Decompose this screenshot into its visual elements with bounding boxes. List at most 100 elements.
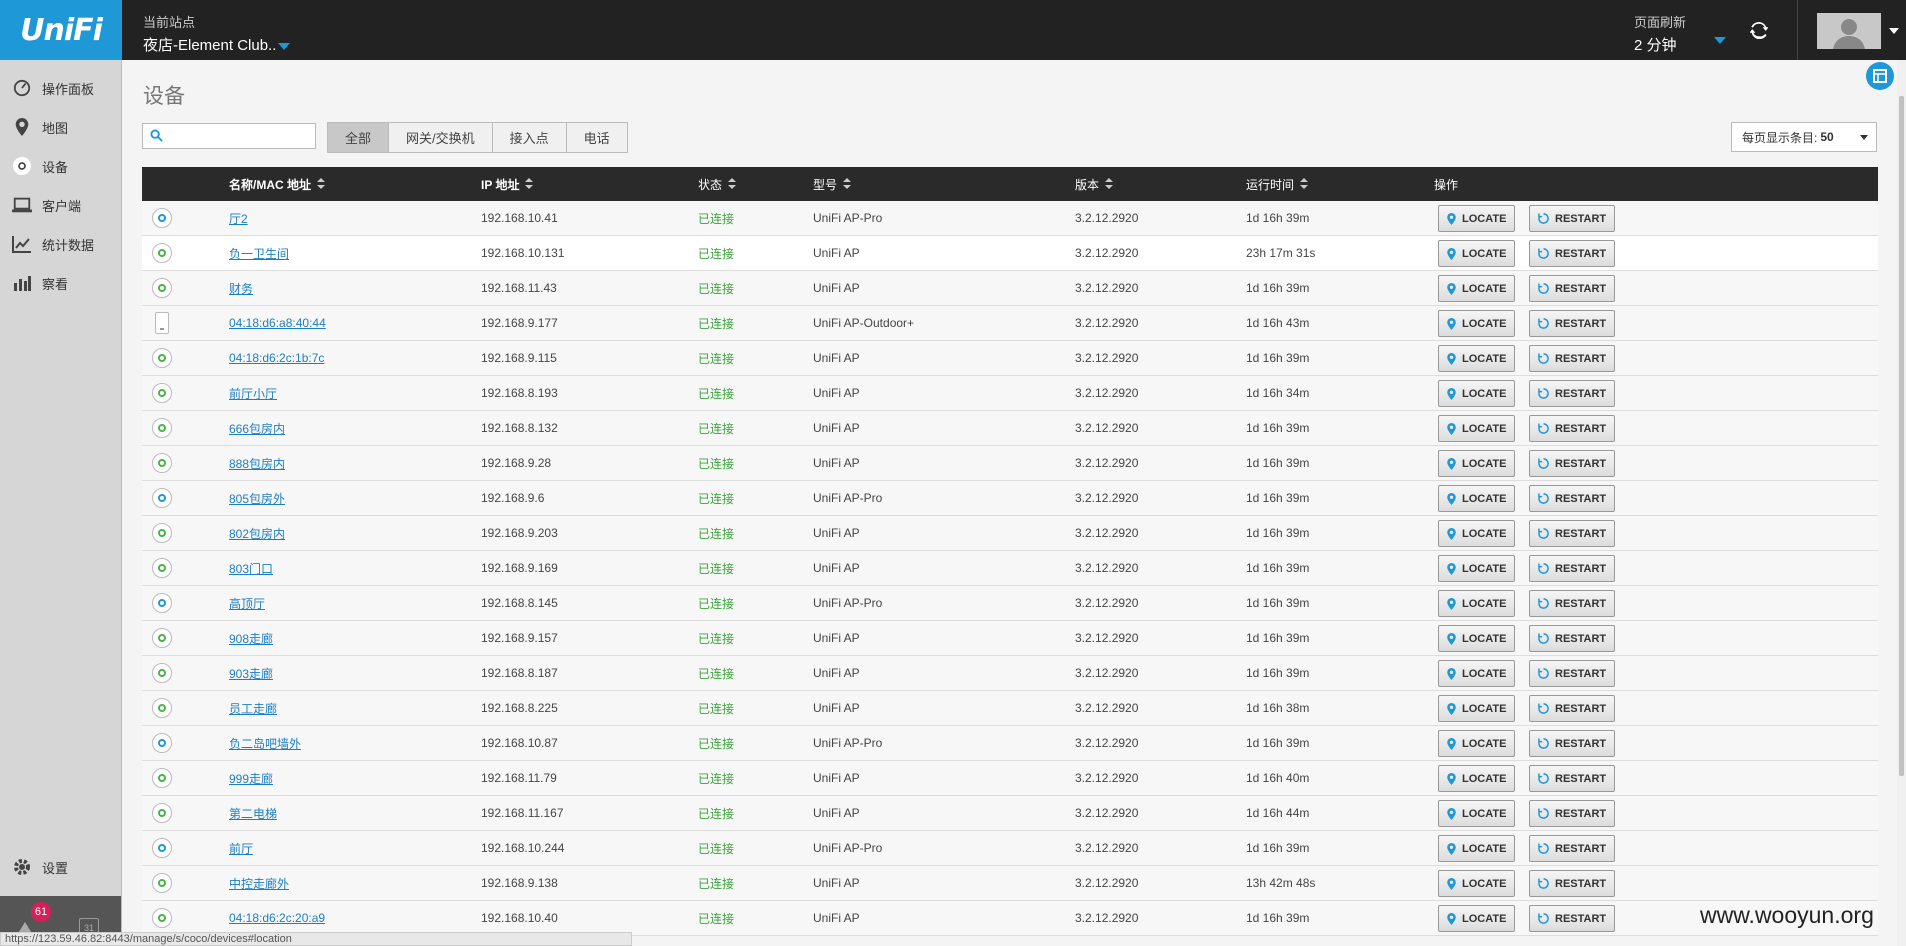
device-name-link[interactable]: 803门口 — [229, 560, 273, 577]
table-row[interactable]: 999走廊 192.168.11.79 已连接 UniFi AP 3.2.12.2920… — [142, 761, 1878, 796]
locate-button[interactable]: LOCATE — [1438, 415, 1516, 442]
device-name-link[interactable]: 厅2 — [229, 210, 248, 227]
sidebar-item-map[interactable]: 地图 — [0, 110, 121, 144]
restart-button[interactable]: RESTART — [1529, 520, 1616, 547]
locate-button[interactable]: LOCATE — [1438, 275, 1516, 302]
panel-toggle-icon[interactable] — [1866, 62, 1894, 90]
sidebar-item-statistics[interactable]: 统计数据 — [0, 227, 121, 261]
alert-count-badge[interactable]: 61 — [31, 902, 51, 922]
restart-button[interactable]: RESTART — [1529, 415, 1616, 442]
locate-button[interactable]: LOCATE — [1438, 380, 1516, 407]
scrollbar-thumb[interactable] — [1899, 96, 1904, 776]
locate-button[interactable]: LOCATE — [1438, 590, 1516, 617]
restart-button[interactable]: RESTART — [1529, 765, 1616, 792]
table-row[interactable]: 高顶厅 192.168.8.145 已连接 UniFi AP-Pro 3.2.12.29… — [142, 586, 1878, 621]
locate-button[interactable]: LOCATE — [1438, 345, 1516, 372]
restart-button[interactable]: RESTART — [1529, 240, 1616, 267]
device-name-link[interactable]: 高顶厅 — [229, 595, 265, 612]
sidebar-item-clients[interactable]: 客户端 — [0, 188, 121, 222]
table-row[interactable]: 厅2 192.168.10.41 已连接 UniFi AP-Pro 3.2.12.292… — [142, 201, 1878, 236]
restart-button[interactable]: RESTART — [1529, 310, 1616, 337]
table-row[interactable]: 666包房内 192.168.8.132 已连接 UniFi AP 3.2.12.292… — [142, 411, 1878, 446]
column-header-version[interactable]: 版本 — [1075, 167, 1114, 201]
restart-button[interactable]: RESTART — [1529, 450, 1616, 477]
refresh-icon[interactable] — [1745, 16, 1773, 44]
restart-button[interactable]: RESTART — [1529, 485, 1616, 512]
locate-button[interactable]: LOCATE — [1438, 520, 1516, 547]
device-name-link[interactable]: 666包房内 — [229, 420, 285, 437]
locate-button[interactable]: LOCATE — [1438, 765, 1516, 792]
table-row[interactable]: 805包房外 192.168.9.6 已连接 UniFi AP-Pro 3.2.12.2… — [142, 481, 1878, 516]
site-selector[interactable]: 当前站点 夜店-Element Club.. — [143, 12, 291, 55]
restart-button[interactable]: RESTART — [1529, 730, 1616, 757]
device-name-link[interactable]: 财务 — [229, 280, 253, 297]
column-header-uptime[interactable]: 运行时间 — [1246, 167, 1309, 201]
table-row[interactable]: 财务 192.168.11.43 已连接 UniFi AP 3.2.12.2920 1d … — [142, 271, 1878, 306]
locate-button[interactable]: LOCATE — [1438, 555, 1516, 582]
device-name-link[interactable]: 负一卫生间 — [229, 245, 289, 262]
site-dropdown[interactable]: 夜店-Element Club.. — [143, 34, 291, 55]
sidebar-item-dashboard[interactable]: 操作面板 — [0, 71, 121, 105]
device-name-link[interactable]: 805包房外 — [229, 490, 285, 507]
device-name-link[interactable]: 802包房内 — [229, 525, 285, 542]
locate-button[interactable]: LOCATE — [1438, 485, 1516, 512]
table-row[interactable]: 前厅小厅 192.168.8.193 已连接 UniFi AP 3.2.12.2920 1… — [142, 376, 1878, 411]
device-name-link[interactable]: 04:18:d6:a8:40:44 — [229, 316, 326, 330]
restart-button[interactable]: RESTART — [1529, 905, 1616, 932]
restart-button[interactable]: RESTART — [1529, 800, 1616, 827]
refresh-selector[interactable]: 页面刷新 2 分钟 — [1634, 12, 1686, 55]
restart-button[interactable]: RESTART — [1529, 695, 1616, 722]
per-page-select[interactable]: 每页显示条目: 50 — [1731, 122, 1877, 152]
locate-button[interactable]: LOCATE — [1438, 205, 1516, 232]
sidebar-item-insights[interactable]: 察看 — [0, 266, 121, 300]
table-row[interactable]: 前厅 192.168.10.244 已连接 UniFi AP-Pro 3.2.12.29… — [142, 831, 1878, 866]
device-name-link[interactable]: 903走廊 — [229, 665, 273, 682]
search-input[interactable] — [142, 123, 316, 149]
unifi-logo[interactable]: UniFi — [0, 0, 122, 60]
table-row[interactable]: 802包房内 192.168.9.203 已连接 UniFi AP 3.2.12.292… — [142, 516, 1878, 551]
table-row[interactable]: 04:18:d6:2c:1b:7c 192.168.9.115 已连接 UniFi A… — [142, 341, 1878, 376]
restart-button[interactable]: RESTART — [1529, 870, 1616, 897]
table-row[interactable]: 803门口 192.168.9.169 已连接 UniFi AP 3.2.12.2920… — [142, 551, 1878, 586]
table-row[interactable]: 负一卫生间 192.168.10.131 已连接 UniFi AP 3.2.12.292… — [142, 236, 1878, 271]
restart-button[interactable]: RESTART — [1529, 660, 1616, 687]
device-name-link[interactable]: 第二电梯 — [229, 805, 277, 822]
device-name-link[interactable]: 中控走廊外 — [229, 875, 289, 892]
device-name-link[interactable]: 908走廊 — [229, 630, 273, 647]
locate-button[interactable]: LOCATE — [1438, 310, 1516, 337]
table-row[interactable]: 员工走廊 192.168.8.225 已连接 UniFi AP 3.2.12.2920 1… — [142, 691, 1878, 726]
device-name-link[interactable]: 负二岛吧墙外 — [229, 735, 301, 752]
restart-button[interactable]: RESTART — [1529, 555, 1616, 582]
locate-button[interactable]: LOCATE — [1438, 625, 1516, 652]
device-name-link[interactable]: 员工走廊 — [229, 700, 277, 717]
filter-gateways-switches[interactable]: 网关/交换机 — [389, 122, 493, 153]
filter-all[interactable]: 全部 — [327, 122, 390, 153]
restart-button[interactable]: RESTART — [1529, 380, 1616, 407]
table-row[interactable]: 908走廊 192.168.9.157 已连接 UniFi AP 3.2.12.2920… — [142, 621, 1878, 656]
restart-button[interactable]: RESTART — [1529, 590, 1616, 617]
locate-button[interactable]: LOCATE — [1438, 660, 1516, 687]
table-row[interactable]: 04:18:d6:2c:20:a9 192.168.10.40 已连接 UniFi A… — [142, 901, 1878, 936]
filter-access-points[interactable]: 接入点 — [492, 122, 567, 153]
device-name-link[interactable]: 前厅小厅 — [229, 385, 277, 402]
table-row[interactable]: 中控走廊外 192.168.9.138 已连接 UniFi AP 3.2.12.2920… — [142, 866, 1878, 901]
restart-button[interactable]: RESTART — [1529, 625, 1616, 652]
device-name-link[interactable]: 前厅 — [229, 840, 253, 857]
locate-button[interactable]: LOCATE — [1438, 870, 1516, 897]
locate-button[interactable]: LOCATE — [1438, 800, 1516, 827]
locate-button[interactable]: LOCATE — [1438, 695, 1516, 722]
chevron-down-icon[interactable] — [1714, 37, 1726, 44]
table-row[interactable]: 903走廊 192.168.8.187 已连接 UniFi AP 3.2.12.2920… — [142, 656, 1878, 691]
restart-button[interactable]: RESTART — [1529, 275, 1616, 302]
device-name-link[interactable]: 04:18:d6:2c:1b:7c — [229, 351, 324, 365]
column-header-model[interactable]: 型号 — [813, 167, 852, 201]
column-header-status[interactable]: 状态 — [698, 167, 737, 201]
table-row[interactable]: 888包房内 192.168.9.28 已连接 UniFi AP 3.2.12.2920… — [142, 446, 1878, 481]
device-name-link[interactable]: 888包房内 — [229, 455, 285, 472]
locate-button[interactable]: LOCATE — [1438, 240, 1516, 267]
restart-button[interactable]: RESTART — [1529, 205, 1616, 232]
sidebar-item-devices[interactable]: 设备 — [0, 149, 121, 183]
avatar[interactable] — [1817, 13, 1881, 49]
chevron-down-icon[interactable] — [1889, 28, 1899, 34]
column-header-name[interactable]: 名称/MAC 地址 — [229, 167, 325, 201]
